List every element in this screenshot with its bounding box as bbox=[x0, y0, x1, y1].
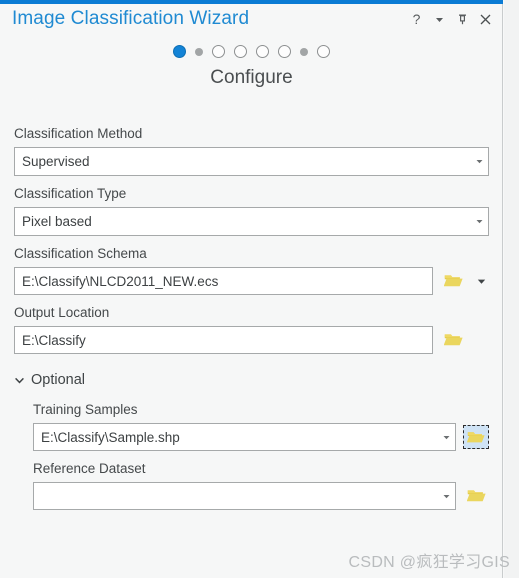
classification-schema-dropdown-button[interactable] bbox=[473, 269, 489, 293]
reference-dataset-row bbox=[33, 482, 489, 510]
title-bar-buttons: ? bbox=[406, 9, 496, 29]
field-training-samples: Training Samples E:\Classify\Sample.shp bbox=[0, 402, 503, 451]
output-location-browse-button[interactable] bbox=[440, 328, 466, 352]
classification-method-label: Classification Method bbox=[14, 126, 143, 141]
output-location-row: E:\Classify bbox=[14, 326, 489, 354]
chevron-down-icon[interactable] bbox=[437, 424, 455, 450]
training-samples-label: Training Samples bbox=[33, 402, 138, 417]
classification-method-combobox[interactable]: Supervised bbox=[14, 147, 489, 176]
step-indicator bbox=[0, 45, 503, 58]
title-bar: Image Classification Wizard ? bbox=[0, 4, 502, 36]
optional-section-header[interactable]: Optional bbox=[0, 372, 503, 388]
training-samples-row: E:\Classify\Sample.shp bbox=[33, 423, 489, 451]
chevron-down-icon[interactable] bbox=[429, 9, 450, 29]
folder-open-icon bbox=[443, 334, 463, 346]
reference-dataset-combobox[interactable] bbox=[33, 482, 456, 510]
page-title: Configure bbox=[210, 67, 293, 88]
step-dot-5[interactable] bbox=[256, 45, 269, 58]
step-dot-3[interactable] bbox=[212, 45, 225, 58]
chevron-down-icon bbox=[14, 375, 25, 386]
training-samples-value: E:\Classify\Sample.shp bbox=[41, 429, 180, 445]
folder-open-icon bbox=[467, 431, 485, 442]
step-dot-6[interactable] bbox=[278, 45, 291, 58]
image-classification-wizard-window: Image Classification Wizard ? Configure … bbox=[0, 0, 519, 578]
output-location-label: Output Location bbox=[14, 305, 110, 320]
step-dot-4[interactable] bbox=[234, 45, 247, 58]
help-icon[interactable]: ? bbox=[406, 9, 427, 29]
classification-type-value: Pixel based bbox=[22, 214, 92, 229]
pin-icon[interactable] bbox=[452, 9, 473, 29]
field-classification-method: Classification Method Supervised bbox=[0, 126, 503, 176]
field-classification-schema: Classification Schema E:\Classify\NLCD20… bbox=[0, 246, 503, 295]
window-right-gutter bbox=[504, 0, 519, 578]
step-dot-2[interactable] bbox=[195, 47, 203, 56]
classification-schema-input[interactable]: E:\Classify\NLCD2011_NEW.ecs bbox=[14, 267, 433, 295]
classification-type-combobox[interactable]: Pixel based bbox=[14, 207, 489, 236]
step-dot-7[interactable] bbox=[300, 47, 308, 56]
classification-schema-value: E:\Classify\NLCD2011_NEW.ecs bbox=[22, 273, 219, 289]
classification-method-value: Supervised bbox=[22, 154, 90, 169]
chevron-down-icon[interactable] bbox=[437, 483, 455, 509]
window-body: Image Classification Wizard ? Configure … bbox=[0, 4, 503, 578]
training-samples-combobox[interactable]: E:\Classify\Sample.shp bbox=[33, 423, 456, 451]
step-dot-1[interactable] bbox=[173, 45, 186, 58]
chevron-down-icon[interactable] bbox=[470, 208, 488, 235]
chevron-down-icon[interactable] bbox=[470, 148, 488, 175]
output-location-value: E:\Classify bbox=[22, 332, 86, 348]
reference-dataset-browse-button[interactable] bbox=[463, 484, 489, 508]
field-reference-dataset: Reference Dataset bbox=[0, 461, 503, 510]
chevron-down-icon bbox=[477, 279, 485, 284]
training-samples-browse-button[interactable] bbox=[463, 425, 489, 449]
step-dot-8[interactable] bbox=[317, 45, 330, 58]
field-classification-type: Classification Type Pixel based bbox=[0, 186, 503, 236]
reference-dataset-label: Reference Dataset bbox=[33, 461, 146, 476]
folder-open-icon bbox=[443, 275, 463, 287]
classification-schema-label: Classification Schema bbox=[14, 246, 147, 261]
folder-open-icon bbox=[466, 490, 486, 502]
classification-schema-browse-button[interactable] bbox=[440, 269, 466, 293]
classification-type-row: Pixel based bbox=[14, 207, 489, 236]
output-location-input[interactable]: E:\Classify bbox=[14, 326, 433, 354]
output-location-spacer bbox=[473, 328, 489, 352]
field-output-location: Output Location E:\Classify bbox=[0, 305, 503, 354]
optional-section-label: Optional bbox=[31, 372, 86, 388]
classification-schema-row: E:\Classify\NLCD2011_NEW.ecs bbox=[14, 267, 489, 295]
close-icon[interactable] bbox=[475, 9, 496, 29]
configure-form: Classification Method Supervised Classif… bbox=[0, 126, 503, 520]
classification-method-row: Supervised bbox=[14, 147, 489, 176]
classification-type-label: Classification Type bbox=[14, 186, 127, 201]
window-title: Image Classification Wizard bbox=[12, 8, 250, 29]
